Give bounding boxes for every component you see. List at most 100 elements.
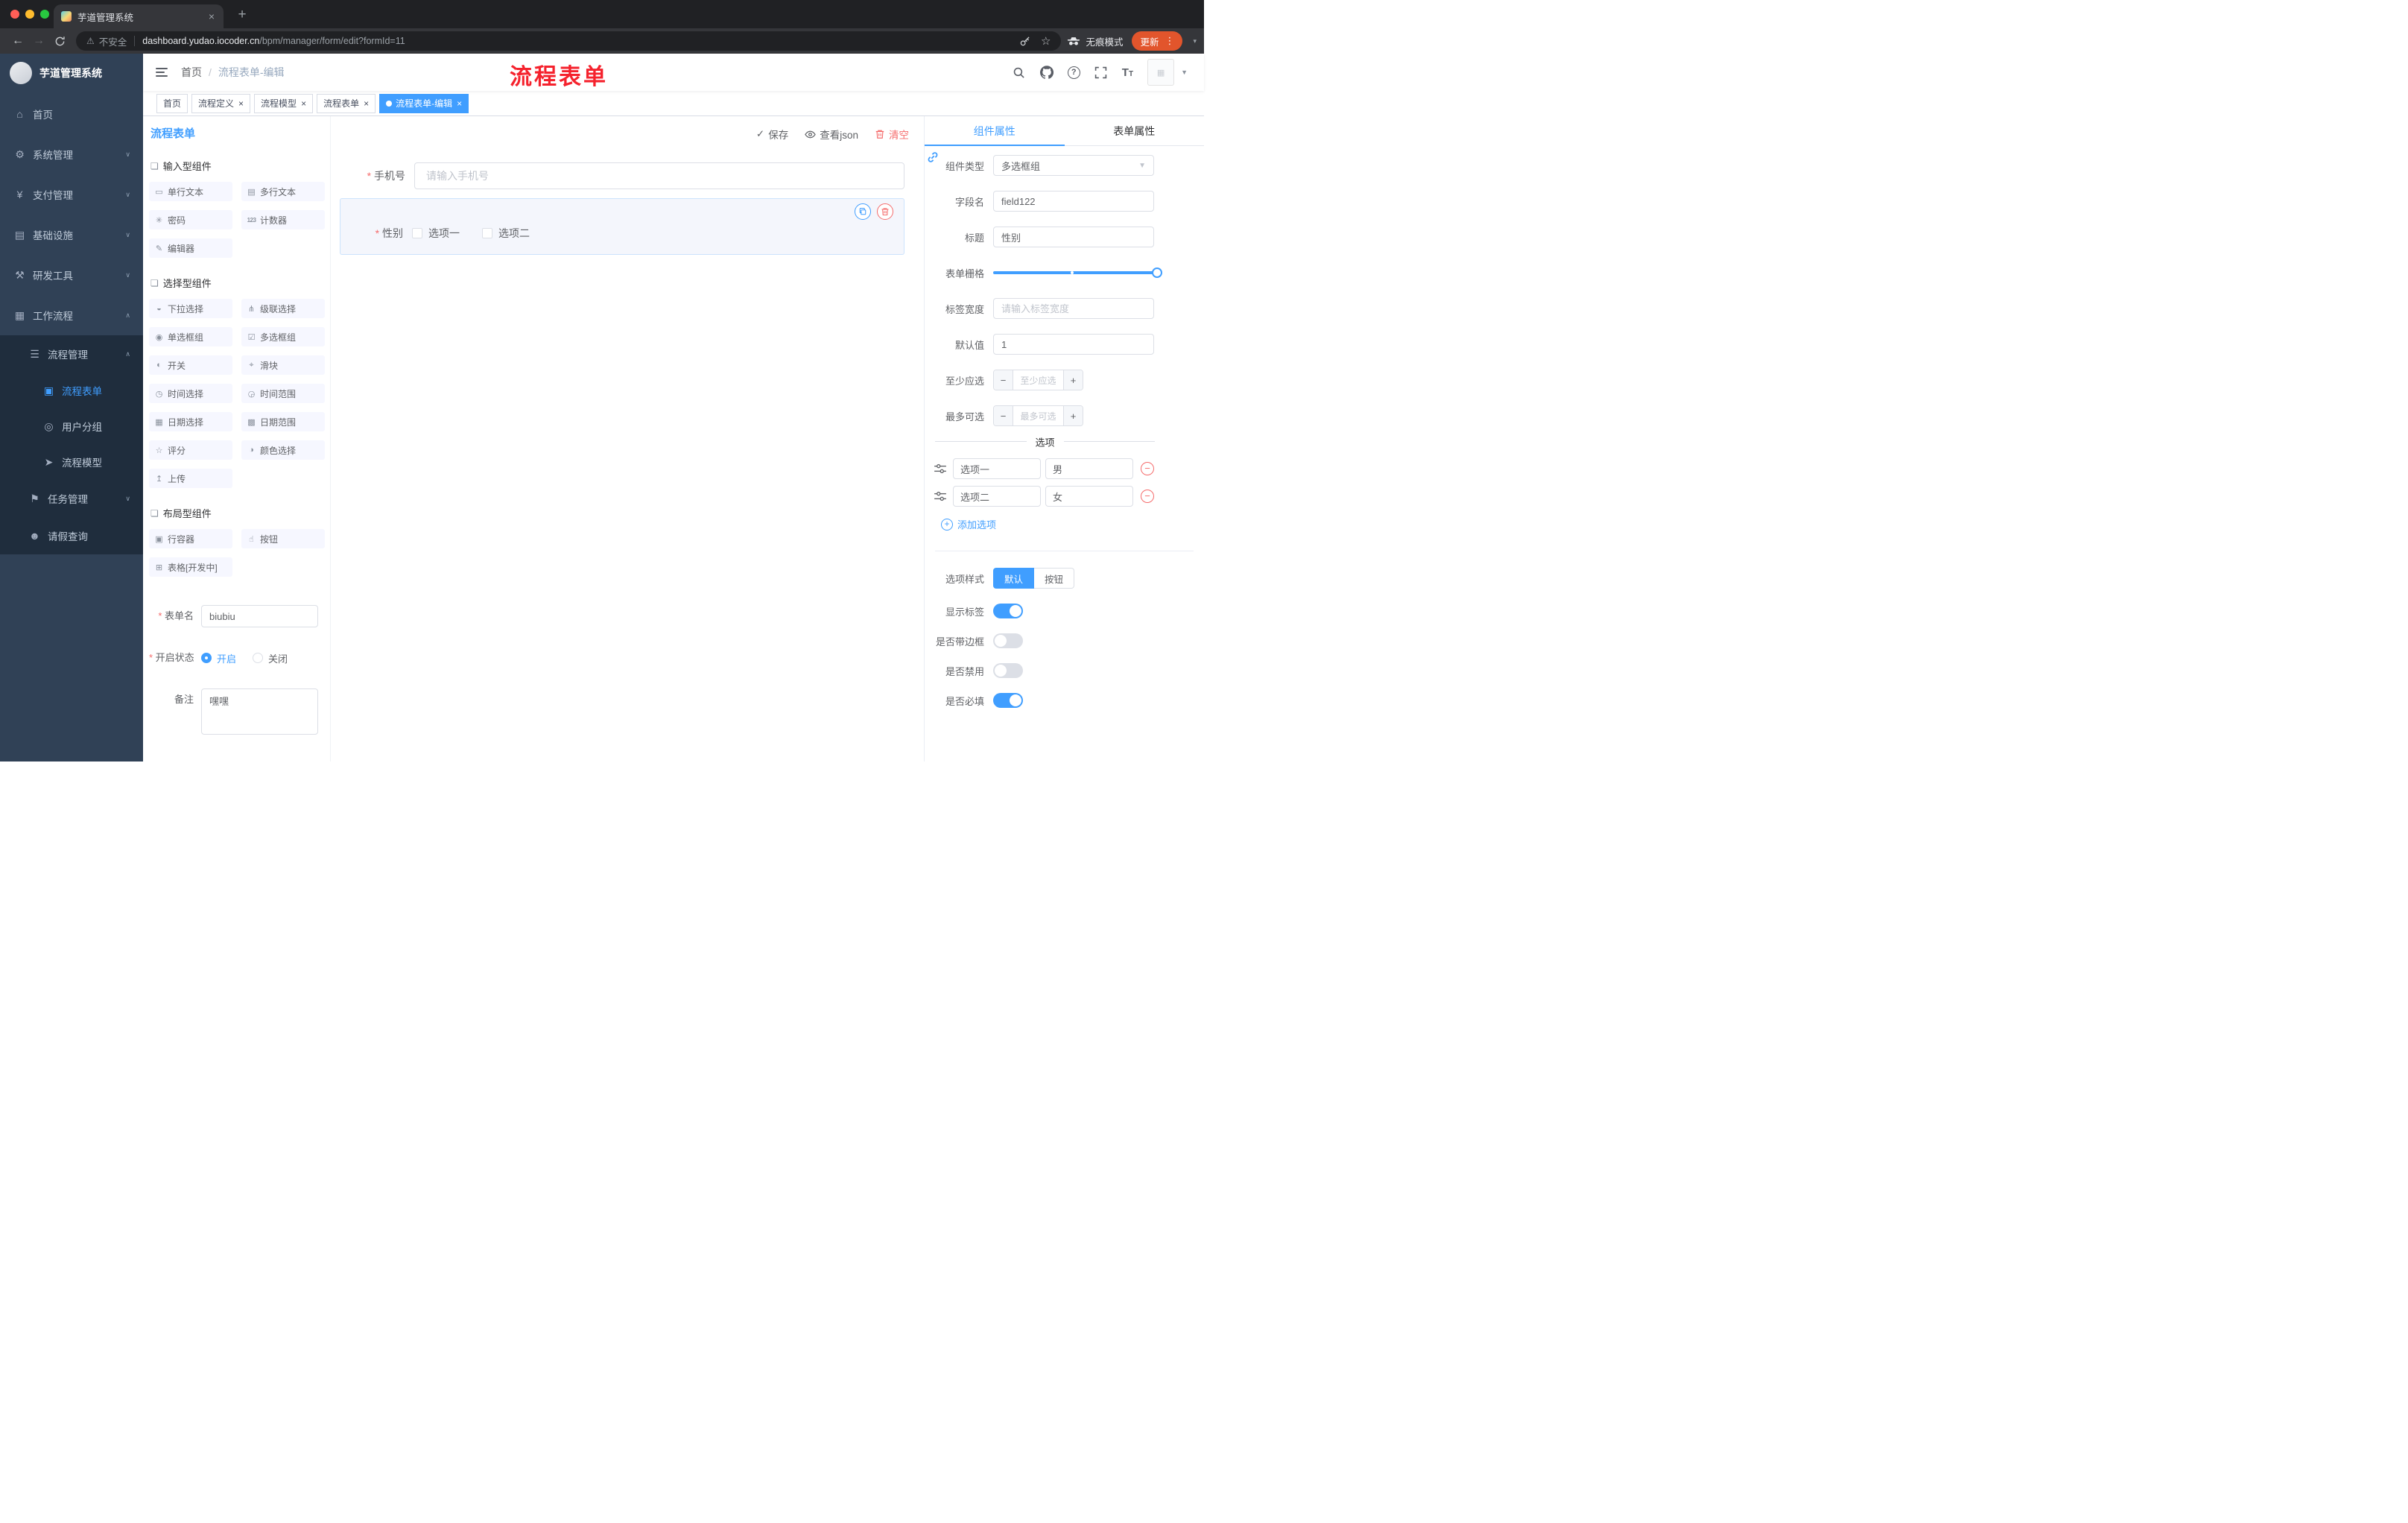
bookmark-star-icon[interactable]: ☆ bbox=[1041, 34, 1051, 48]
browser-menu-icon[interactable]: ⋮ bbox=[1165, 35, 1174, 47]
palette-item-rate[interactable]: ☆ 评分 bbox=[149, 440, 232, 460]
back-button[interactable]: ← bbox=[7, 31, 28, 51]
option-label-input[interactable] bbox=[953, 458, 1041, 479]
sidebar-item-leave-query[interactable]: ☻ 请假查询 bbox=[0, 517, 143, 554]
search-icon[interactable] bbox=[1013, 66, 1026, 79]
help-icon[interactable]: ? bbox=[1067, 66, 1080, 79]
selected-component-gender[interactable]: 性别 选项一 选项二 bbox=[340, 198, 904, 255]
increment-button[interactable]: + bbox=[1063, 406, 1083, 425]
tag-process-model[interactable]: 流程模型 × bbox=[254, 93, 314, 113]
avatar[interactable]: ▦ bbox=[1147, 59, 1175, 86]
profile-chevron-icon[interactable]: ▾ bbox=[1193, 37, 1197, 45]
sidebar-item-system[interactable]: ⚙ 系统管理 ∨ bbox=[0, 134, 143, 174]
breadcrumb-home[interactable]: 首页 bbox=[181, 65, 202, 80]
palette-item-button[interactable]: ☝ 按钮 bbox=[241, 529, 325, 548]
title-input[interactable] bbox=[993, 227, 1154, 247]
delete-component-button[interactable] bbox=[877, 203, 893, 220]
tag-close-icon[interactable]: × bbox=[457, 98, 462, 109]
tag-process-form[interactable]: 流程表单 × bbox=[317, 93, 376, 113]
sidebar-item-workflow[interactable]: ▦ 工作流程 ∧ bbox=[0, 295, 143, 335]
palette-item-date-picker[interactable]: ▦ 日期选择 bbox=[149, 412, 232, 431]
field-name-input[interactable] bbox=[993, 191, 1154, 212]
option-label-input[interactable] bbox=[953, 486, 1041, 507]
palette-item-editor[interactable]: ✎ 编辑器 bbox=[149, 238, 232, 258]
avatar-caret-icon[interactable]: ▼ bbox=[1181, 69, 1188, 76]
drag-handle-icon[interactable] bbox=[934, 462, 947, 475]
palette-item-slider[interactable]: ⌖ 滑块 bbox=[241, 355, 325, 375]
palette-item-upload[interactable]: ↥ 上传 bbox=[149, 469, 232, 488]
tab-component-properties[interactable]: 组件属性 bbox=[925, 116, 1065, 146]
reload-button[interactable] bbox=[49, 31, 70, 51]
drag-handle-icon[interactable] bbox=[934, 490, 947, 503]
hamburger-menu-icon[interactable] bbox=[154, 65, 169, 80]
palette-item-single-text[interactable]: ▭ 单行文本 bbox=[149, 182, 232, 201]
gender-option1-checkbox[interactable]: 选项一 bbox=[412, 226, 460, 241]
sidebar-item-devtools[interactable]: ⚒ 研发工具 ∨ bbox=[0, 255, 143, 295]
default-value-input[interactable] bbox=[993, 334, 1154, 355]
palette-item-checkbox-group[interactable]: ☑ 多选框组 bbox=[241, 327, 325, 346]
font-size-icon[interactable]: TT bbox=[1122, 66, 1133, 79]
tag-close-icon[interactable]: × bbox=[238, 98, 244, 109]
add-option-button[interactable]: + 添加选项 bbox=[941, 517, 1204, 531]
palette-item-counter[interactable]: 123 计数器 bbox=[241, 210, 325, 229]
phone-field-row[interactable]: 手机号 bbox=[340, 162, 904, 189]
palette-item-row-container[interactable]: ▣ 行容器 bbox=[149, 529, 232, 548]
decrement-button[interactable]: − bbox=[994, 370, 1013, 390]
phone-input[interactable] bbox=[414, 162, 904, 189]
sidebar-item-infrastructure[interactable]: ▤ 基础设施 ∨ bbox=[0, 215, 143, 255]
palette-item-cascader[interactable]: ⋔ 级联选择 bbox=[241, 299, 325, 318]
github-icon[interactable] bbox=[1039, 66, 1054, 79]
gender-option2-checkbox[interactable]: 选项二 bbox=[482, 226, 530, 241]
slider-handle[interactable] bbox=[1152, 267, 1162, 278]
sidebar-item-user-group[interactable]: ◎ 用户分组 bbox=[0, 408, 143, 444]
forward-button[interactable]: → bbox=[28, 31, 49, 51]
palette-item-radio-group[interactable]: ◉ 单选框组 bbox=[149, 327, 232, 346]
link-icon[interactable] bbox=[926, 151, 940, 164]
border-toggle[interactable] bbox=[993, 633, 1023, 648]
remove-option-button[interactable]: − bbox=[1141, 490, 1154, 503]
save-button[interactable]: ✓ 保存 bbox=[756, 127, 788, 142]
sidebar-item-process-management[interactable]: ☰ 流程管理 ∧ bbox=[0, 335, 143, 373]
zoom-window-button[interactable] bbox=[40, 10, 49, 19]
disabled-toggle[interactable] bbox=[993, 663, 1023, 678]
palette-item-select[interactable]: ◒ 下拉选择 bbox=[149, 299, 232, 318]
tag-home[interactable]: 首页 bbox=[156, 93, 188, 113]
palette-item-time-range[interactable]: ◶ 时间范围 bbox=[241, 384, 325, 403]
palette-item-color-picker[interactable]: ◑ 颜色选择 bbox=[241, 440, 325, 460]
minimize-window-button[interactable] bbox=[25, 10, 34, 19]
decrement-button[interactable]: − bbox=[994, 406, 1013, 425]
tag-process-definition[interactable]: 流程定义 × bbox=[191, 93, 251, 113]
clear-button[interactable]: 清空 bbox=[875, 127, 909, 142]
form-remark-textarea[interactable]: 嘿嘿 bbox=[201, 688, 318, 735]
tag-close-icon[interactable]: × bbox=[301, 98, 306, 109]
label-width-input[interactable] bbox=[993, 298, 1154, 319]
sidebar-item-process-model[interactable]: ➤ 流程模型 bbox=[0, 444, 143, 480]
url-field[interactable]: ⚠ 不安全 dashboard.yudao.iocoder.cn /bpm/ma… bbox=[76, 31, 1062, 51]
sidebar-item-home[interactable]: ⌂ 首页 bbox=[0, 94, 143, 134]
status-on-radio[interactable]: 开启 bbox=[201, 651, 236, 665]
option-value-input[interactable] bbox=[1045, 486, 1133, 507]
copy-component-button[interactable] bbox=[855, 203, 871, 220]
sidebar-item-process-form[interactable]: ▣ 流程表单 bbox=[0, 373, 143, 408]
style-default-button[interactable]: 默认 bbox=[993, 568, 1035, 589]
grid-slider[interactable] bbox=[993, 262, 1162, 283]
palette-item-date-range[interactable]: ▩ 日期范围 bbox=[241, 412, 325, 431]
password-key-icon[interactable] bbox=[1019, 36, 1030, 47]
palette-item-table[interactable]: ⊞ 表格[开发中] bbox=[149, 557, 232, 577]
tab-form-properties[interactable]: 表单属性 bbox=[1065, 116, 1205, 145]
tag-process-form-edit[interactable]: 流程表单-编辑 × bbox=[379, 93, 469, 113]
remove-option-button[interactable]: − bbox=[1141, 462, 1154, 475]
style-button-button[interactable]: 按钮 bbox=[1034, 568, 1075, 589]
option-value-input[interactable] bbox=[1045, 458, 1133, 479]
sidebar-item-payment[interactable]: ¥ 支付管理 ∨ bbox=[0, 174, 143, 215]
form-canvas[interactable]: ✓ 保存 查看json 清空 手机号 bbox=[331, 116, 924, 762]
browser-tab[interactable]: 芋道管理系统 × bbox=[54, 4, 224, 28]
status-off-radio[interactable]: 关闭 bbox=[253, 651, 288, 665]
required-toggle[interactable] bbox=[993, 693, 1023, 708]
palette-item-time-picker[interactable]: ◷ 时间选择 bbox=[149, 384, 232, 403]
tag-close-icon[interactable]: × bbox=[364, 98, 369, 109]
fullscreen-icon[interactable] bbox=[1094, 66, 1108, 79]
palette-item-textarea[interactable]: ▤ 多行文本 bbox=[241, 182, 325, 201]
browser-update-button[interactable]: 更新 ⋮ bbox=[1132, 31, 1183, 51]
form-name-input[interactable] bbox=[201, 605, 318, 627]
